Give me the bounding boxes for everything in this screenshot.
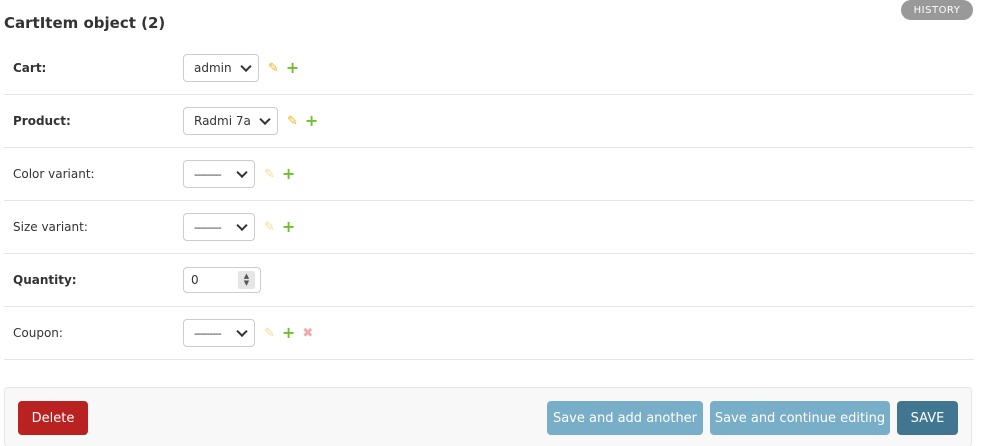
quantity-label: Quantity: [13,273,77,287]
save-button[interactable]: SAVE [897,401,958,435]
coupon-select[interactable]: --------- [183,319,255,347]
coupon-field-group: --------- ✎ + ✖ [183,319,313,347]
color-variant-label: Color variant: [13,167,95,181]
cart-select[interactable]: admin [183,54,259,82]
product-select[interactable]: Radmi 7a [183,107,278,135]
quantity-input-value: 0 [191,273,199,287]
form-row-cart: Cart: admin ✎ + [4,42,974,95]
form-row-size-variant: Size variant: --------- ✎ + [4,201,974,254]
cartitem-form: Cart: admin ✎ + Product: Radmi 7a ✎ + Co… [4,42,974,360]
cart-select-value: admin [194,61,232,75]
edit-color-variant-pencil-icon: ✎ [264,166,275,182]
add-size-variant-plus-icon[interactable]: + [282,219,295,235]
color-variant-select[interactable]: --------- [183,160,255,188]
quantity-input[interactable]: 0 ▲ ▼ [183,267,261,293]
delete-button[interactable]: Delete [18,401,88,435]
cart-field-group: admin ✎ + [183,54,299,82]
coupon-select-value: --------- [194,326,222,340]
product-select-value: Radmi 7a [194,114,251,128]
chevron-down-icon[interactable]: ▼ [244,280,249,287]
page-title: CartItem object (2) [4,14,166,32]
edit-size-variant-pencil-icon: ✎ [264,219,275,235]
submit-row: Delete Save and add another Save and con… [4,387,972,446]
quantity-field-group: 0 ▲ ▼ [183,267,261,293]
color-variant-select-value: --------- [194,167,222,181]
coupon-label: Coupon: [13,326,63,340]
chevron-down-icon [259,113,271,126]
color-variant-field-group: --------- ✎ + [183,160,295,188]
edit-coupon-pencil-icon: ✎ [264,325,275,341]
add-color-variant-plus-icon[interactable]: + [282,166,295,182]
change-form-page: CartItem object (2) HISTORY Cart: admin … [0,0,984,446]
product-field-group: Radmi 7a ✎ + [183,107,318,135]
chevron-down-icon [236,219,248,232]
add-coupon-plus-icon[interactable]: + [282,325,295,341]
save-and-continue-button[interactable]: Save and continue editing [710,401,890,435]
add-cart-plus-icon[interactable]: + [286,60,299,76]
size-variant-select-value: --------- [194,220,222,234]
chevron-down-icon [240,60,252,73]
quantity-stepper[interactable]: ▲ ▼ [238,271,255,289]
delete-coupon-x-icon: ✖ [302,325,314,341]
cart-label: Cart: [13,61,47,75]
form-row-quantity: Quantity: 0 ▲ ▼ [4,254,974,307]
form-row-color-variant: Color variant: --------- ✎ + [4,148,974,201]
save-and-add-another-button[interactable]: Save and add another [547,401,703,435]
size-variant-field-group: --------- ✎ + [183,213,295,241]
add-product-plus-icon[interactable]: + [305,113,318,129]
size-variant-label: Size variant: [13,220,88,234]
form-row-coupon: Coupon: --------- ✎ + ✖ [4,307,974,360]
form-row-product: Product: Radmi 7a ✎ + [4,95,974,148]
product-label: Product: [13,114,71,128]
chevron-down-icon [236,325,248,338]
edit-product-pencil-icon[interactable]: ✎ [287,115,298,128]
chevron-down-icon [236,166,248,179]
history-button[interactable]: HISTORY [901,0,973,20]
edit-cart-pencil-icon[interactable]: ✎ [268,62,279,75]
size-variant-select[interactable]: --------- [183,213,255,241]
